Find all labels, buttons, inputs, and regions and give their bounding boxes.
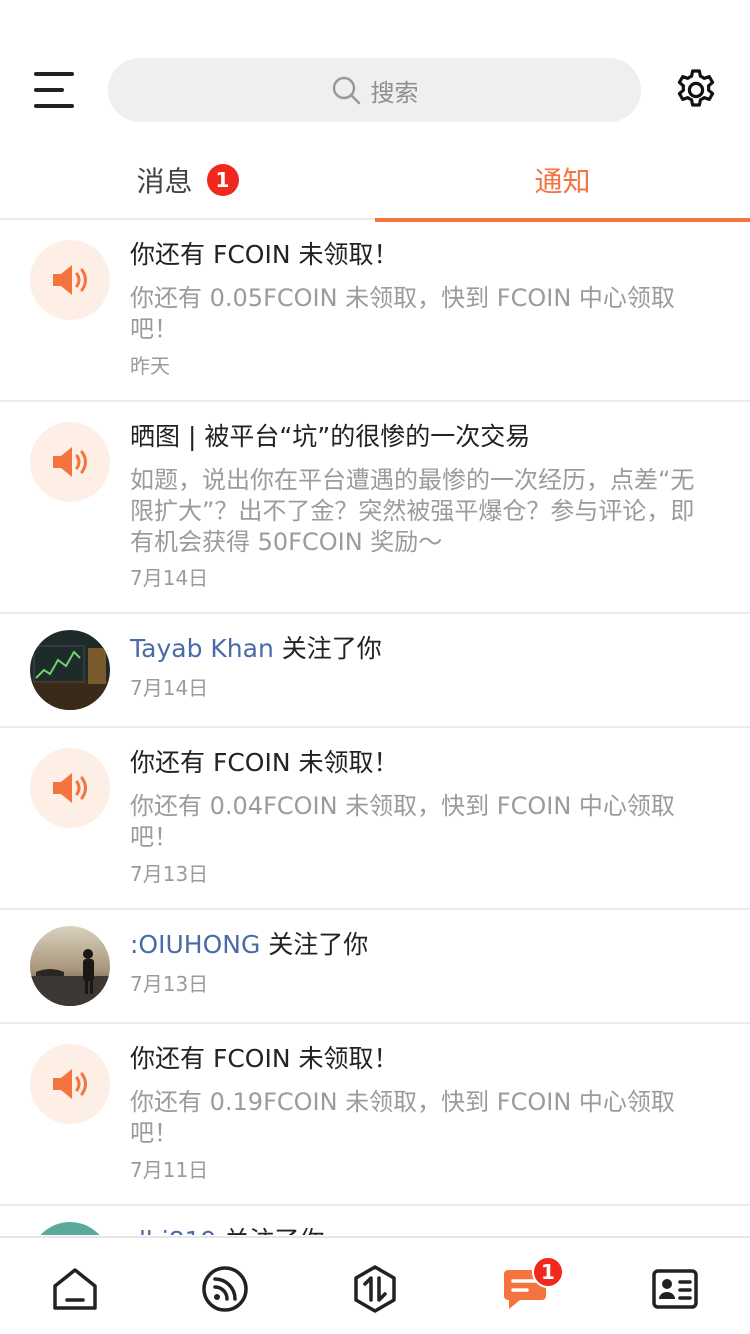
profile-card-icon[interactable] (650, 1264, 700, 1314)
follow-action: 关注了你 (281, 634, 382, 663)
menu-icon-line (34, 88, 64, 92)
item-time: 7月13日 (130, 862, 209, 886)
notification-list: 你还有 FCOIN 未领取！ 你还有 0.05FCOIN 未领取，快到 FCOI… (0, 220, 750, 1235)
username-link[interactable]: :OIUHONG (130, 930, 260, 959)
list-item[interactable]: 你还有 FCOIN 未领取！ 你还有 0.05FCOIN 未领取，快到 FCOI… (0, 220, 750, 402)
tab-bar: 消息 1 通知 (0, 140, 750, 222)
feed-icon[interactable] (200, 1264, 250, 1314)
follow-action: 关注了你 (268, 930, 369, 959)
trade-icon[interactable] (350, 1264, 400, 1314)
speaker-icon (30, 240, 110, 320)
menu-icon-line (34, 104, 74, 108)
list-item[interactable]: :OIUHONG 关注了你 7月13日 (0, 910, 750, 1024)
avatar[interactable] (30, 630, 110, 710)
tab-messages-label: 消息 (136, 165, 193, 198)
list-item[interactable]: Tayab Khan 关注了你 7月14日 (0, 614, 750, 728)
item-time: 7月14日 (130, 676, 209, 700)
search-input[interactable]: 搜索 (108, 58, 641, 122)
item-time: 7月13日 (130, 972, 209, 996)
item-body: 你还有 0.05FCOIN 未领取，快到 FCOIN 中心领取吧！ (130, 284, 675, 343)
item-title: :OIUHONG 关注了你 (130, 928, 720, 962)
item-time: 7月14日 (130, 566, 209, 590)
username-link[interactable]: dhi819 (130, 1226, 216, 1235)
follow-action: 关注了你 (224, 1226, 324, 1235)
search-icon (332, 76, 360, 105)
item-title: Tayab Khan 关注了你 (130, 632, 720, 666)
username-link[interactable]: Tayab Khan (130, 634, 274, 663)
item-time: 昨天 (130, 354, 170, 378)
menu-icon-line (34, 72, 74, 76)
list-item[interactable]: dhi819 关注了你 (0, 1206, 750, 1235)
menu-button[interactable] (30, 68, 76, 112)
item-title: 你还有 FCOIN 未领取！ (130, 748, 399, 777)
tab-notifications[interactable]: 通知 (375, 140, 750, 222)
item-title: 你还有 FCOIN 未领取！ (130, 240, 399, 269)
avatar[interactable] (30, 1222, 110, 1235)
bottom-tab-bar: 1 (0, 1236, 750, 1334)
item-title: 晒图 | 被平台“坑”的很惨的一次交易 (130, 422, 531, 451)
speaker-icon (30, 1044, 110, 1124)
item-title: 你还有 FCOIN 未领取！ (130, 1044, 399, 1073)
item-title: dhi819 关注了你 (130, 1224, 720, 1235)
tab-messages[interactable]: 消息 1 (0, 140, 375, 220)
item-body: 你还有 0.19FCOIN 未领取，快到 FCOIN 中心领取吧！ (130, 1088, 675, 1147)
message-badge: 1 (532, 1256, 564, 1288)
list-item[interactable]: 你还有 FCOIN 未领取！ 你还有 0.04FCOIN 未领取，快到 FCOI… (0, 728, 750, 910)
top-header: 搜索 (0, 0, 750, 140)
item-body: 你还有 0.04FCOIN 未领取，快到 FCOIN 中心领取吧！ (130, 792, 675, 851)
list-item[interactable]: 晒图 | 被平台“坑”的很惨的一次交易 如题，说出你在平台遭遇的最惨的一次经历，… (0, 402, 750, 614)
speaker-icon (30, 422, 110, 502)
tab-notifications-label: 通知 (534, 165, 591, 198)
item-time: 7月11日 (130, 1158, 209, 1182)
avatar[interactable] (30, 926, 110, 1006)
item-body: 如题，说出你在平台遭遇的最惨的一次经历，点差“无限扩大”？出不了金？突然被强平爆… (130, 466, 695, 556)
unread-badge: 1 (206, 164, 239, 196)
list-item[interactable]: 你还有 FCOIN 未领取！ 你还有 0.19FCOIN 未领取，快到 FCOI… (0, 1024, 750, 1206)
speaker-icon (30, 748, 110, 828)
search-placeholder: 搜索 (370, 78, 419, 107)
home-icon[interactable] (50, 1264, 100, 1314)
gear-icon[interactable] (672, 66, 720, 114)
